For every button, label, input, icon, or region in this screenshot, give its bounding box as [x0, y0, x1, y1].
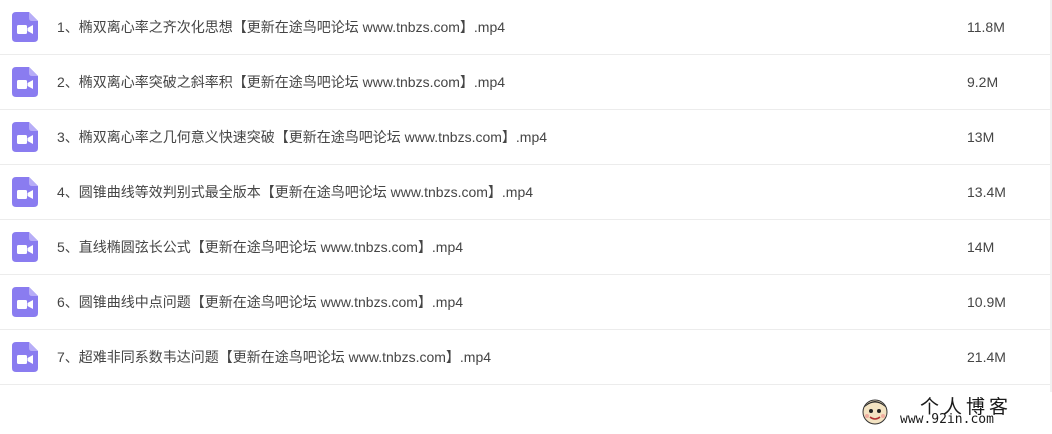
video-file-icon — [12, 67, 38, 97]
file-row[interactable]: 6、圆锥曲线中点问题【更新在途鸟吧论坛 www.tnbzs.com】.mp4 10… — [0, 275, 1052, 330]
file-row[interactable]: 1、椭双离心率之齐次化思想【更新在途鸟吧论坛 www.tnbzs.com】.mp… — [0, 0, 1052, 55]
file-name[interactable]: 3、椭双离心率之几何意义快速突破【更新在途鸟吧论坛 www.tnbzs.com】… — [57, 110, 547, 164]
file-row[interactable]: 4、圆锥曲线等效判别式最全版本【更新在途鸟吧论坛 www.tnbzs.com】.… — [0, 165, 1052, 220]
file-name[interactable]: 5、直线椭圆弦长公式【更新在途鸟吧论坛 www.tnbzs.com】.mp4 — [57, 220, 463, 274]
video-file-icon — [12, 342, 38, 372]
file-name[interactable]: 4、圆锥曲线等效判别式最全版本【更新在途鸟吧论坛 www.tnbzs.com】.… — [57, 165, 533, 219]
file-name[interactable]: 1、椭双离心率之齐次化思想【更新在途鸟吧论坛 www.tnbzs.com】.mp… — [57, 0, 505, 54]
watermark: 个人博客 www.92in.com — [860, 394, 1045, 430]
file-size: 13M — [967, 129, 995, 145]
video-file-icon — [12, 122, 38, 152]
watermark-url: www.92in.com — [900, 412, 994, 427]
file-size: 14M — [967, 239, 995, 255]
file-row[interactable]: 3、椭双离心率之几何意义快速突破【更新在途鸟吧论坛 www.tnbzs.com】… — [0, 110, 1052, 165]
file-size: 10.9M — [967, 294, 1006, 310]
file-name[interactable]: 7、超难非同系数韦达问题【更新在途鸟吧论坛 www.tnbzs.com】.mp4 — [57, 330, 491, 384]
file-name[interactable]: 6、圆锥曲线中点问题【更新在途鸟吧论坛 www.tnbzs.com】.mp4 — [57, 275, 463, 329]
file-row[interactable]: 2、椭双离心率突破之斜率积【更新在途鸟吧论坛 www.tnbzs.com】.mp… — [0, 55, 1052, 110]
video-file-icon — [12, 177, 38, 207]
file-size: 21.4M — [967, 349, 1006, 365]
video-file-icon — [12, 287, 38, 317]
file-row[interactable]: 5、直线椭圆弦长公式【更新在途鸟吧论坛 www.tnbzs.com】.mp4 14… — [0, 220, 1052, 275]
file-row[interactable]: 7、超难非同系数韦达问题【更新在途鸟吧论坛 www.tnbzs.com】.mp4… — [0, 330, 1052, 385]
file-size: 11.8M — [967, 19, 1005, 35]
file-size: 13.4M — [967, 184, 1006, 200]
file-name[interactable]: 2、椭双离心率突破之斜率积【更新在途鸟吧论坛 www.tnbzs.com】.mp… — [57, 55, 505, 109]
video-file-icon — [12, 12, 38, 42]
file-size: 9.2M — [967, 74, 999, 90]
file-list: 1、椭双离心率之齐次化思想【更新在途鸟吧论坛 www.tnbzs.com】.mp… — [0, 0, 1052, 385]
cartoon-avatar-icon — [862, 399, 888, 425]
video-file-icon — [12, 232, 38, 262]
